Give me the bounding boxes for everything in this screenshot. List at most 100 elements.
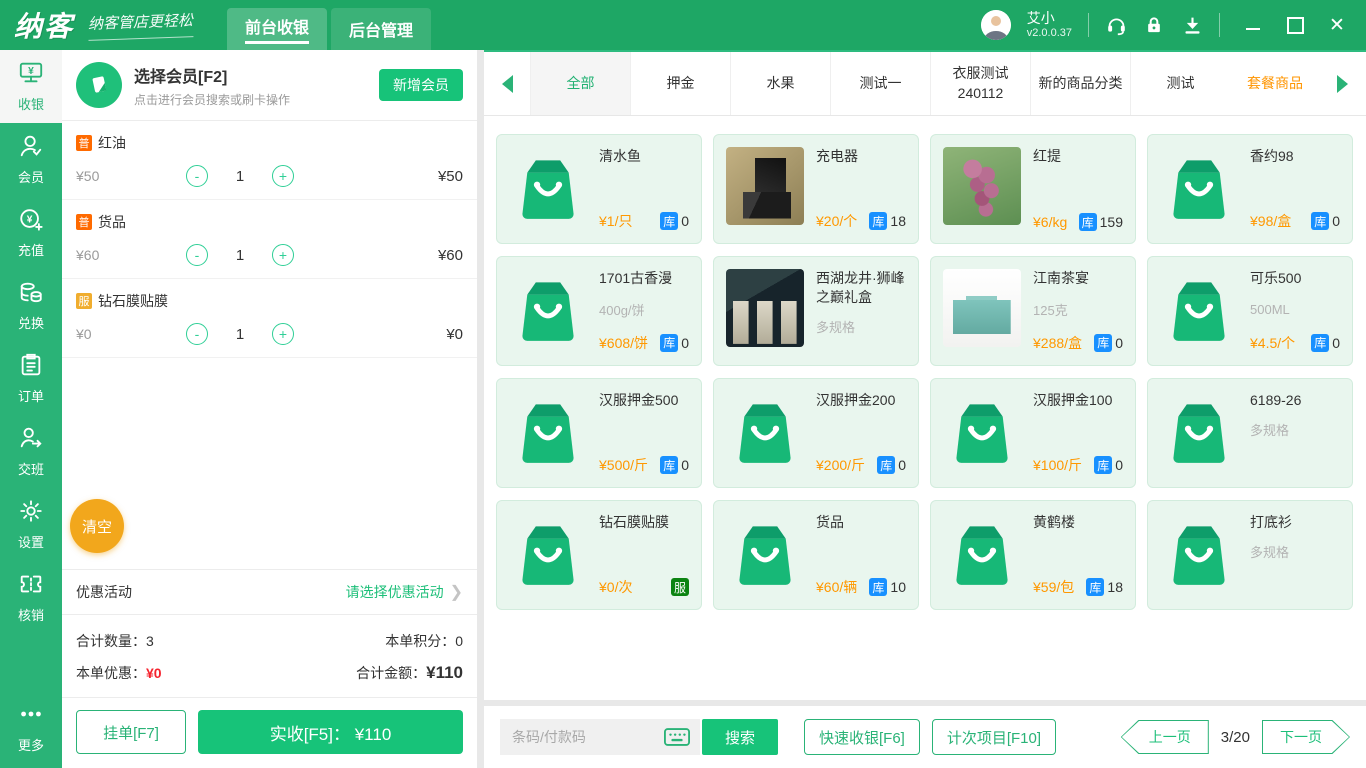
category-tab[interactable]: 新的商品分类 bbox=[1030, 52, 1130, 115]
increase-qty-button[interactable]: + bbox=[272, 244, 294, 266]
category-tab[interactable]: 套餐商品 bbox=[1230, 52, 1320, 115]
order-total: 合计金额：¥110 bbox=[356, 663, 463, 683]
user-avatar[interactable] bbox=[981, 10, 1011, 40]
category-tab-label: 衣服测试240112 bbox=[937, 64, 1024, 103]
quantity-stepper: - 1 + bbox=[186, 165, 294, 187]
sidebar-item-label: 核销 bbox=[18, 605, 44, 624]
category-scroll-left-button[interactable] bbox=[484, 52, 530, 115]
stock-badge: 服 bbox=[671, 578, 689, 596]
product-bottom-row: ¥608/饼 库 0 bbox=[599, 333, 689, 353]
product-name: 清水鱼 bbox=[599, 147, 689, 166]
product-stock: 库 159 bbox=[1079, 213, 1123, 231]
sidebar-item-verify[interactable]: 核销 bbox=[0, 561, 62, 634]
quick-cashier-button[interactable]: 快速收银[F6] bbox=[804, 719, 920, 755]
sidebar-item-shift[interactable]: 交班 bbox=[0, 415, 62, 488]
member-select-row[interactable]: 选择会员[F2] 点击进行会员搜索或刷卡操作 新增会员 bbox=[62, 50, 477, 121]
decrease-qty-button[interactable]: - bbox=[186, 323, 208, 345]
product-card[interactable]: 6189-26 多规格 bbox=[1147, 378, 1353, 488]
top-tab[interactable]: 后台管理 bbox=[331, 8, 431, 50]
promo-row[interactable]: 优惠活动 请选择优惠活动 ❯ bbox=[62, 569, 477, 615]
customer-service-icon[interactable] bbox=[1105, 14, 1127, 36]
product-card[interactable]: 江南茶宴 125克 ¥288/盒 库 0 bbox=[930, 256, 1136, 366]
stock-count: 0 bbox=[898, 457, 906, 473]
download-icon[interactable] bbox=[1181, 14, 1203, 36]
sidebar-item-orders[interactable]: 订单 bbox=[0, 342, 62, 415]
product-spec: 500ML bbox=[1250, 302, 1340, 317]
bottom-bar: 搜索 快速收银[F6] 计次项目[F10] 上一页 3/20 下一页 bbox=[484, 706, 1366, 768]
category-tab[interactable]: 押金 bbox=[630, 52, 730, 115]
minimize-button[interactable] bbox=[1244, 16, 1262, 34]
category-tab[interactable]: 全部 bbox=[530, 52, 630, 115]
category-tab[interactable]: 水果 bbox=[730, 52, 830, 115]
product-price: ¥4.5/个 bbox=[1250, 333, 1295, 353]
product-card[interactable]: 黄鹤楼 ¥59/包 库 18 bbox=[930, 500, 1136, 610]
category-tab-label: 押金 bbox=[667, 74, 695, 94]
product-body: 1701古香漫 400g/饼 ¥608/饼 库 0 bbox=[599, 269, 689, 353]
sidebar-item-exchange[interactable]: 兑换 bbox=[0, 269, 62, 342]
sidebar-item-settings[interactable]: 设置 bbox=[0, 488, 62, 561]
product-card[interactable]: 充电器 ¥20/个 库 18 bbox=[713, 134, 919, 244]
product-body: 打底衫 多规格 bbox=[1250, 513, 1340, 597]
product-card[interactable]: 汉服押金100 ¥100/斤 库 0 bbox=[930, 378, 1136, 488]
product-body: 钻石膜贴膜 ¥0/次 服 bbox=[599, 513, 689, 597]
barcode-input[interactable] bbox=[510, 728, 658, 746]
product-name: 黄鹤楼 bbox=[1033, 513, 1123, 532]
clear-cart-button[interactable]: 清空 bbox=[70, 499, 124, 553]
sidebar-item-recharge[interactable]: ¥ 充值 bbox=[0, 196, 62, 269]
product-card[interactable]: 钻石膜贴膜 ¥0/次 服 bbox=[496, 500, 702, 610]
top-tab-label: 前台收银 bbox=[245, 14, 309, 44]
count-item-button[interactable]: 计次项目[F10] bbox=[932, 719, 1056, 755]
product-card[interactable]: 香约98 ¥98/盒 库 0 bbox=[1147, 134, 1353, 244]
product-card[interactable]: 可乐500 500ML ¥4.5/个 库 0 bbox=[1147, 256, 1353, 366]
product-bottom-row: ¥288/盒 库 0 bbox=[1033, 333, 1123, 353]
stock-badge: 库 bbox=[1094, 334, 1112, 352]
promo-select-link[interactable]: 请选择优惠活动 ❯ bbox=[346, 582, 463, 602]
decrease-qty-button[interactable]: - bbox=[186, 244, 208, 266]
sidebar-item-cashier[interactable]: ¥ 收银 bbox=[0, 50, 62, 123]
product-card[interactable]: 货品 ¥60/辆 库 10 bbox=[713, 500, 919, 610]
product-card[interactable]: 打底衫 多规格 bbox=[1147, 500, 1353, 610]
category-tab[interactable]: 测试 bbox=[1130, 52, 1230, 115]
product-image bbox=[943, 147, 1021, 225]
hold-order-button[interactable]: 挂单[F7] bbox=[76, 710, 186, 754]
sidebar-item-member[interactable]: 会员 bbox=[0, 123, 62, 196]
user-name: 艾小 bbox=[1027, 10, 1072, 27]
product-card[interactable]: 汉服押金200 ¥200/斤 库 0 bbox=[713, 378, 919, 488]
close-button[interactable]: ✕ bbox=[1328, 16, 1346, 34]
category-scroll-right-button[interactable] bbox=[1320, 52, 1366, 115]
keyboard-icon[interactable] bbox=[664, 728, 690, 746]
increase-qty-button[interactable]: + bbox=[272, 165, 294, 187]
product-card[interactable]: 红提 ¥6/kg 库 159 bbox=[930, 134, 1136, 244]
product-price: ¥288/盒 bbox=[1033, 333, 1082, 353]
next-page-button[interactable]: 下一页 bbox=[1262, 720, 1350, 754]
product-card[interactable]: 汉服押金500 ¥500/斤 库 0 bbox=[496, 378, 702, 488]
maximize-button[interactable] bbox=[1286, 16, 1304, 34]
product-price: ¥100/斤 bbox=[1033, 455, 1082, 475]
product-body: 黄鹤楼 ¥59/包 库 18 bbox=[1033, 513, 1123, 597]
product-name: 充电器 bbox=[816, 147, 906, 166]
increase-qty-button[interactable]: + bbox=[272, 323, 294, 345]
category-tab[interactable]: 衣服测试240112 bbox=[930, 52, 1030, 115]
item-total: ¥50 bbox=[438, 168, 463, 185]
product-card[interactable]: 1701古香漫 400g/饼 ¥608/饼 库 0 bbox=[496, 256, 702, 366]
user-info[interactable]: 艾小 v2.0.0.37 bbox=[1027, 10, 1072, 40]
add-member-button[interactable]: 新增会员 bbox=[379, 69, 463, 101]
checkout-button[interactable]: 实收[F5]： ¥110 bbox=[198, 710, 463, 754]
search-button[interactable]: 搜索 bbox=[702, 719, 778, 755]
product-card[interactable]: 西湖龙井·狮峰之巅礼盒 多规格 bbox=[713, 256, 919, 366]
product-name: 6189-26 bbox=[1250, 391, 1340, 410]
member-info: 选择会员[F2] 点击进行会员搜索或刷卡操作 bbox=[134, 63, 290, 108]
sidebar-item-more[interactable]: 更多 bbox=[0, 691, 62, 764]
cart-item[interactable]: 普 红油 ¥50 - 1 + ¥50 bbox=[62, 121, 477, 200]
cart-item[interactable]: 服 钻石膜贴膜 ¥0 - 1 + ¥0 bbox=[62, 279, 477, 358]
cart-item[interactable]: 普 货品 ¥60 - 1 + ¥60 bbox=[62, 200, 477, 279]
product-card[interactable]: 清水鱼 ¥1/只 库 0 bbox=[496, 134, 702, 244]
decrease-qty-button[interactable]: - bbox=[186, 165, 208, 187]
product-stock: 库 0 bbox=[1311, 212, 1340, 230]
prev-page-button[interactable]: 上一页 bbox=[1121, 720, 1209, 754]
lock-icon[interactable] bbox=[1143, 14, 1165, 36]
category-tab-label: 套餐商品 bbox=[1247, 74, 1303, 94]
category-tab[interactable]: 测试一 bbox=[830, 52, 930, 115]
sidebar-nav: ¥ 收银 会员 ¥ 充值 兑换 订单 交班 设置 核销 更多 bbox=[0, 50, 62, 768]
top-tab[interactable]: 前台收银 bbox=[227, 8, 327, 50]
